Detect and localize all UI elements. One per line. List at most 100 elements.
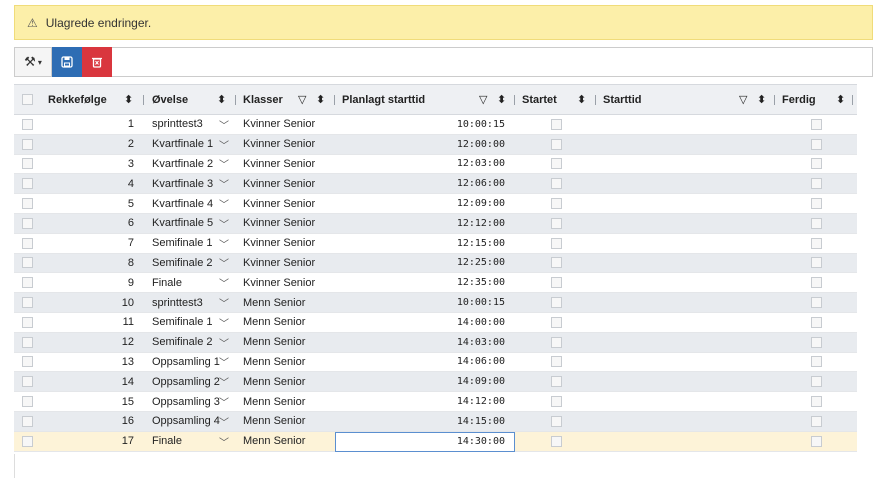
chevron-down-icon[interactable]: ﹀ [219,234,229,253]
table-row[interactable]: 6 Kvartfinale 5 ﹀ Kvinner Senior 12:12:0… [14,213,857,234]
startet-checkbox[interactable] [551,313,562,332]
cell-klasse[interactable]: Menn Senior [243,353,333,372]
header-ovelse[interactable]: Øvelse [152,85,188,114]
cell-planlagt-starttid[interactable]: 12:03:00 [342,155,505,174]
ferdig-checkbox[interactable] [811,194,822,213]
chevron-down-icon[interactable]: ﹀ [219,115,229,134]
column-separator[interactable] [595,95,596,105]
column-separator[interactable] [235,95,236,105]
header-klasser[interactable]: Klasser [243,85,283,114]
chevron-down-icon[interactable]: ﹀ [219,174,229,193]
chevron-down-icon[interactable]: ﹀ [219,353,229,372]
cell-planlagt-starttid[interactable]: 14:03:00 [342,333,505,352]
cell-rekkefolge[interactable]: 14 [48,372,134,391]
startet-checkbox[interactable] [551,254,562,273]
cell-ovelse[interactable]: Oppsamling 1 [152,353,228,372]
chevron-down-icon[interactable]: ﹀ [219,194,229,213]
table-row[interactable]: 15 Oppsamling 3 ﹀ Menn Senior 14:12:00 [14,392,857,412]
chevron-down-icon[interactable]: ﹀ [219,135,229,154]
row-select-checkbox[interactable] [22,353,33,372]
cell-rekkefolge[interactable]: 7 [48,234,134,253]
cell-klasse[interactable]: Menn Senior [243,313,333,332]
row-select-checkbox[interactable] [22,412,33,431]
cell-ovelse[interactable]: Kvartfinale 1 [152,135,228,154]
cell-rekkefolge[interactable]: 3 [48,155,134,174]
table-row[interactable]: 17 Finale ﹀ Menn Senior 14:30:00 [14,431,857,452]
row-select-checkbox[interactable] [22,432,33,451]
table-row[interactable]: 10 sprinttest3 ﹀ Menn Senior 10:00:15 [14,293,857,313]
startet-checkbox[interactable] [551,135,562,154]
cell-rekkefolge[interactable]: 15 [48,392,134,411]
cell-ovelse[interactable]: Finale [152,432,228,451]
cell-rekkefolge[interactable]: 17 [48,432,134,451]
cell-klasse[interactable]: Kvinner Senior [243,194,333,213]
chevron-down-icon[interactable]: ﹀ [219,254,229,273]
cell-klasse[interactable]: Menn Senior [243,333,333,352]
row-select-checkbox[interactable] [22,273,33,292]
delete-button[interactable] [82,47,112,77]
row-select-checkbox[interactable] [22,194,33,213]
startet-checkbox[interactable] [551,333,562,352]
cell-rekkefolge[interactable]: 13 [48,353,134,372]
cell-planlagt-starttid[interactable]: 14:00:00 [342,313,505,332]
startet-checkbox[interactable] [551,432,562,451]
column-separator[interactable] [514,95,515,105]
cell-klasse[interactable]: Kvinner Senior [243,155,333,174]
ferdig-checkbox[interactable] [811,293,822,312]
header-rekkefolge[interactable]: Rekkefølge [48,85,107,114]
table-row[interactable]: 9 Finale ﹀ Kvinner Senior 12:35:00 [14,273,857,294]
cell-klasse[interactable]: Menn Senior [243,293,333,312]
startet-checkbox[interactable] [551,155,562,174]
cell-rekkefolge[interactable]: 6 [48,214,134,233]
ferdig-checkbox[interactable] [811,174,822,193]
sort-icon[interactable]: ⬍ [316,85,325,114]
cell-planlagt-starttid[interactable]: 14:30:00 [342,432,505,451]
cell-ovelse[interactable]: Kvartfinale 3 [152,174,228,193]
ferdig-checkbox[interactable] [811,155,822,174]
startet-checkbox[interactable] [551,214,562,233]
chevron-down-icon[interactable]: ﹀ [219,432,229,451]
cell-rekkefolge[interactable]: 8 [48,254,134,273]
header-startet[interactable]: Startet [522,85,557,114]
row-select-checkbox[interactable] [22,392,33,411]
cell-klasse[interactable]: Menn Senior [243,392,333,411]
cell-planlagt-starttid[interactable]: 10:00:15 [342,115,505,134]
cell-planlagt-starttid[interactable]: 12:15:00 [342,234,505,253]
chevron-down-icon[interactable]: ﹀ [219,293,229,312]
chevron-down-icon[interactable]: ﹀ [219,412,229,431]
row-select-checkbox[interactable] [22,293,33,312]
chevron-down-icon[interactable]: ﹀ [219,372,229,391]
cell-ovelse[interactable]: Kvartfinale 5 [152,214,228,233]
cell-planlagt-starttid[interactable]: 12:09:00 [342,194,505,213]
table-row[interactable]: 16 Oppsamling 4 ﹀ Menn Senior 14:15:00 [14,411,857,432]
chevron-down-icon[interactable]: ﹀ [219,313,229,332]
cell-ovelse[interactable]: sprinttest3 [152,293,228,312]
cell-ovelse[interactable]: sprinttest3 [152,115,228,134]
ferdig-checkbox[interactable] [811,432,822,451]
ferdig-checkbox[interactable] [811,372,822,391]
cell-planlagt-starttid[interactable]: 12:35:00 [342,273,505,292]
header-ferdig[interactable]: Ferdig [782,85,816,114]
table-row[interactable]: 13 Oppsamling 1 ﹀ Menn Senior 14:06:00 [14,353,857,373]
cell-klasse[interactable]: Kvinner Senior [243,234,333,253]
cell-planlagt-starttid[interactable]: 14:06:00 [342,353,505,372]
row-select-checkbox[interactable] [22,155,33,174]
ferdig-checkbox[interactable] [811,333,822,352]
sort-icon[interactable]: ⬍ [497,85,506,114]
cell-ovelse[interactable]: Oppsamling 2 [152,372,228,391]
table-row[interactable]: 5 Kvartfinale 4 ﹀ Kvinner Senior 12:09:0… [14,194,857,214]
cell-rekkefolge[interactable]: 5 [48,194,134,213]
cell-rekkefolge[interactable]: 12 [48,333,134,352]
column-separator[interactable] [852,95,853,105]
startet-checkbox[interactable] [551,194,562,213]
table-row[interactable]: 2 Kvartfinale 1 ﹀ Kvinner Senior 12:00:0… [14,134,857,155]
cell-planlagt-starttid[interactable]: 14:09:00 [342,372,505,391]
cell-ovelse[interactable]: Semifinale 2 [152,254,228,273]
cell-ovelse[interactable]: Oppsamling 3 [152,392,228,411]
chevron-down-icon[interactable]: ﹀ [219,392,229,411]
ferdig-checkbox[interactable] [811,392,822,411]
cell-ovelse[interactable]: Oppsamling 4 [152,412,228,431]
tools-menu-button[interactable]: ⚒ ▾ [14,47,52,77]
row-select-checkbox[interactable] [22,333,33,352]
ferdig-checkbox[interactable] [811,353,822,372]
